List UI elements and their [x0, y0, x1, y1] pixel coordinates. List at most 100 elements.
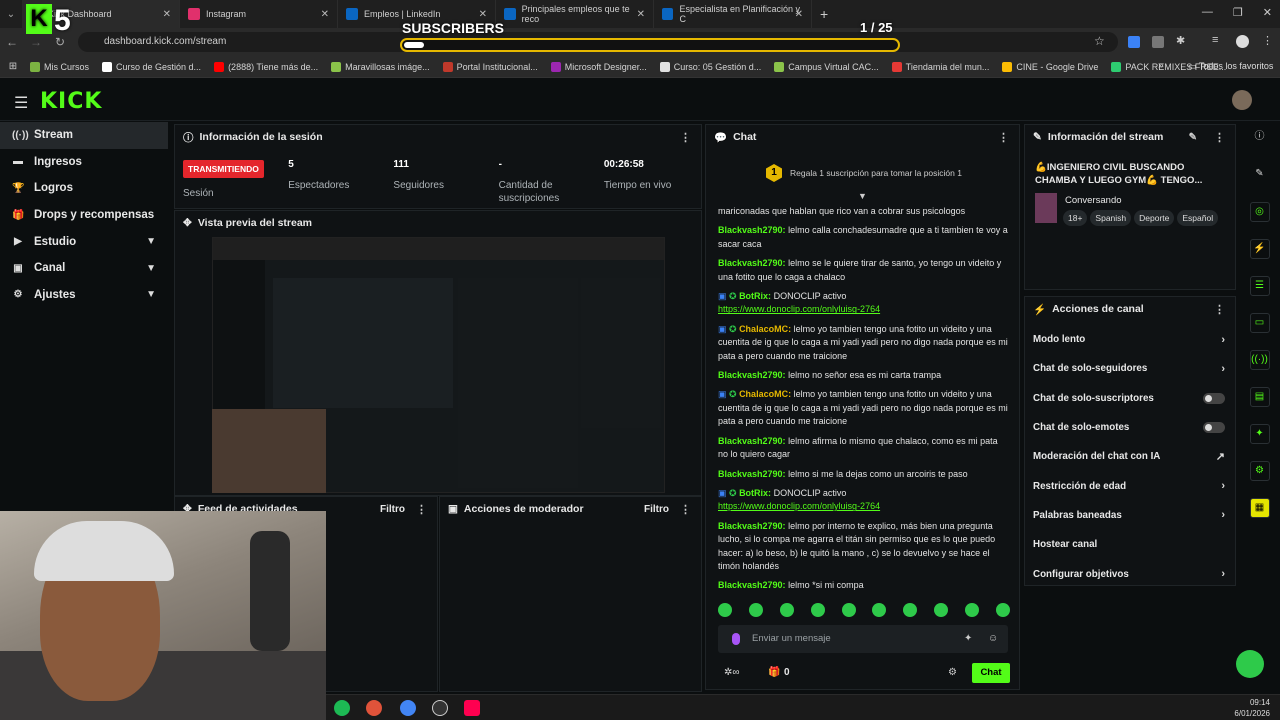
bookmark-item[interactable]: CINE - Google Drive: [1002, 61, 1098, 72]
spotify-icon[interactable]: [334, 700, 350, 716]
emote-icon[interactable]: [718, 603, 732, 617]
kebab-icon[interactable]: ⋮: [416, 503, 427, 516]
chat-username[interactable]: Blackvash2790:: [718, 370, 786, 380]
channel-action-item[interactable]: Chat de solo-seguidores ›: [1025, 354, 1235, 383]
mod-filter-button[interactable]: Filtro: [644, 504, 669, 515]
send-chat-button[interactable]: Chat: [972, 663, 1010, 683]
bookmark-item[interactable]: Microsoft Designer...: [550, 61, 647, 72]
bookmark-item[interactable]: Curso de Gestión d...: [102, 61, 201, 72]
bookmark-item[interactable]: (2888) Tiene más de...: [214, 61, 318, 72]
shield-icon[interactable]: ▤: [1249, 387, 1270, 407]
chat-username[interactable]: BotRix:: [739, 291, 771, 301]
sidebar-item-stream[interactable]: ((·)) Stream: [0, 122, 168, 149]
lightning-icon[interactable]: ⚡: [1249, 239, 1270, 259]
kick-logo[interactable]: KICK: [40, 89, 102, 114]
back-icon[interactable]: ←: [0, 35, 24, 49]
obs-icon[interactable]: [432, 700, 448, 716]
chat-link[interactable]: https://www.donoclip.com/onlyluisg-2764: [718, 501, 880, 511]
bookmark-item[interactable]: Portal Institucional...: [442, 61, 538, 72]
tab-search-icon[interactable]: ⌄: [0, 9, 22, 20]
emote-icon[interactable]: [779, 603, 794, 617]
chat-username[interactable]: BotRix:: [739, 488, 771, 498]
chat-link[interactable]: https://www.donoclip.com/onlyluisg-2764: [718, 304, 880, 314]
emote-icon[interactable]: [903, 603, 918, 617]
chat-username[interactable]: Blackvash2790:: [718, 258, 786, 268]
browser-tab[interactable]: Instagram ✕: [180, 0, 338, 28]
channel-action-item[interactable]: Hostear canal: [1025, 530, 1235, 559]
user-avatar[interactable]: [1232, 90, 1252, 110]
emote-icon[interactable]: [965, 603, 979, 617]
stream-tag[interactable]: Español: [1177, 210, 1219, 226]
chat-username[interactable]: Blackvash2790:: [718, 580, 786, 590]
extension-icon-2[interactable]: [1152, 36, 1164, 48]
tiktok-icon[interactable]: [464, 700, 480, 716]
channel-action-item[interactable]: Moderación del chat con IA ↗: [1025, 442, 1235, 471]
sidebar-item-ajustes[interactable]: ⚙ Ajustes ▼: [0, 282, 168, 309]
chat-username[interactable]: Blackvash2790:: [718, 225, 786, 235]
chat-username[interactable]: Blackvash2790:: [718, 521, 786, 531]
profile-icon[interactable]: [1236, 35, 1249, 48]
close-window-icon[interactable]: ✕: [1263, 6, 1272, 19]
menu-icon[interactable]: ⋮: [1262, 34, 1273, 47]
bookmark-item[interactable]: Campus Virtual CAC...: [774, 61, 879, 72]
tab-close-icon[interactable]: ✕: [321, 9, 329, 20]
apps-icon[interactable]: ⊞: [0, 61, 26, 72]
chat-username[interactable]: ChalacoMC:: [739, 324, 791, 334]
channel-action-item[interactable]: Configurar objetivos ›: [1025, 559, 1235, 588]
collapse-pin-icon[interactable]: ▼: [858, 191, 867, 201]
sidebar-item-ingresos[interactable]: ▬ Ingresos: [0, 149, 168, 176]
target-icon[interactable]: ◎: [1249, 202, 1270, 222]
sidebar-item-logros[interactable]: 🏆 Logros: [0, 175, 168, 202]
gift-icon[interactable]: 🎁: [768, 667, 780, 678]
bookmark-item[interactable]: Mis Cursos: [30, 61, 89, 72]
list-icon[interactable]: ☰: [1249, 276, 1270, 296]
edit-icon[interactable]: ✎: [1189, 132, 1197, 143]
toggle-switch[interactable]: [1203, 422, 1225, 434]
emoji-icon[interactable]: ☺: [988, 633, 998, 644]
more-bookmarks-icon[interactable]: »: [1158, 60, 1164, 71]
pinned-gift-goal[interactable]: 1 Regala 1 suscripción para tomar la pos…: [714, 159, 1014, 187]
restore-icon[interactable]: ❐: [1233, 6, 1243, 19]
tab-close-icon[interactable]: ✕: [479, 9, 487, 20]
grid-icon[interactable]: ▦: [1249, 498, 1270, 518]
bookmark-item[interactable]: Curso: 05 Gestión d...: [659, 61, 761, 72]
floating-action-button[interactable]: [1236, 650, 1264, 678]
kebab-icon[interactable]: ⋮: [1214, 303, 1225, 316]
info-icon[interactable]: ⓘ: [1250, 128, 1270, 148]
channel-action-item[interactable]: Palabras baneadas ›: [1025, 501, 1235, 530]
bookmark-item[interactable]: Tiendamia del mun...: [891, 61, 989, 72]
emote-icon[interactable]: [934, 603, 949, 617]
extension-icon[interactable]: [1128, 36, 1140, 48]
channel-action-item[interactable]: Restricción de edad ›: [1025, 471, 1235, 500]
chat-username[interactable]: ChalacoMC:: [739, 389, 791, 399]
sidebar-item-canal[interactable]: ▣ Canal ▼: [0, 255, 168, 282]
tools-icon[interactable]: ✦: [1249, 424, 1270, 444]
sidebar-item-drops[interactable]: 🎁 Drops y recompensas: [0, 202, 168, 229]
chat-icon[interactable]: ▭: [1249, 313, 1270, 333]
puzzle-icon[interactable]: ✱: [1176, 34, 1185, 47]
pencil-icon[interactable]: ✎: [1250, 165, 1270, 185]
broadcast-icon[interactable]: ((·)): [1249, 350, 1270, 370]
kebab-icon[interactable]: ⋮: [1214, 131, 1225, 144]
emote-icon[interactable]: [841, 603, 856, 617]
media-icon[interactable]: ≡: [1212, 34, 1218, 46]
activity-filter-button[interactable]: Filtro: [380, 504, 405, 515]
channel-action-item[interactable]: Chat de solo-suscriptores: [1025, 384, 1235, 413]
minimize-icon[interactable]: —: [1202, 6, 1213, 19]
emote-icon[interactable]: [995, 603, 1010, 617]
toggle-switch[interactable]: [1203, 392, 1225, 404]
all-favorites-folder[interactable]: ▭ Todos los favoritos: [1188, 61, 1273, 72]
sidebar-item-estudio[interactable]: ▶ Estudio ▼: [0, 228, 168, 255]
tab-close-icon[interactable]: ✕: [163, 9, 171, 20]
channel-action-item[interactable]: Chat de solo-emotes: [1025, 413, 1235, 442]
tab-close-icon[interactable]: ✕: [637, 9, 645, 20]
emote-icon[interactable]: [748, 603, 763, 617]
chat-settings-icon[interactable]: ⚙: [948, 667, 957, 678]
chat-username[interactable]: Blackvash2790:: [718, 469, 786, 479]
chat-username[interactable]: Blackvash2790:: [718, 436, 786, 446]
emote-icon[interactable]: [872, 603, 887, 617]
tab-close-icon[interactable]: ✕: [795, 9, 803, 20]
kebab-icon[interactable]: ⋮: [680, 503, 691, 516]
stream-tag[interactable]: Spanish: [1090, 210, 1132, 226]
emote-icon[interactable]: [810, 603, 825, 617]
